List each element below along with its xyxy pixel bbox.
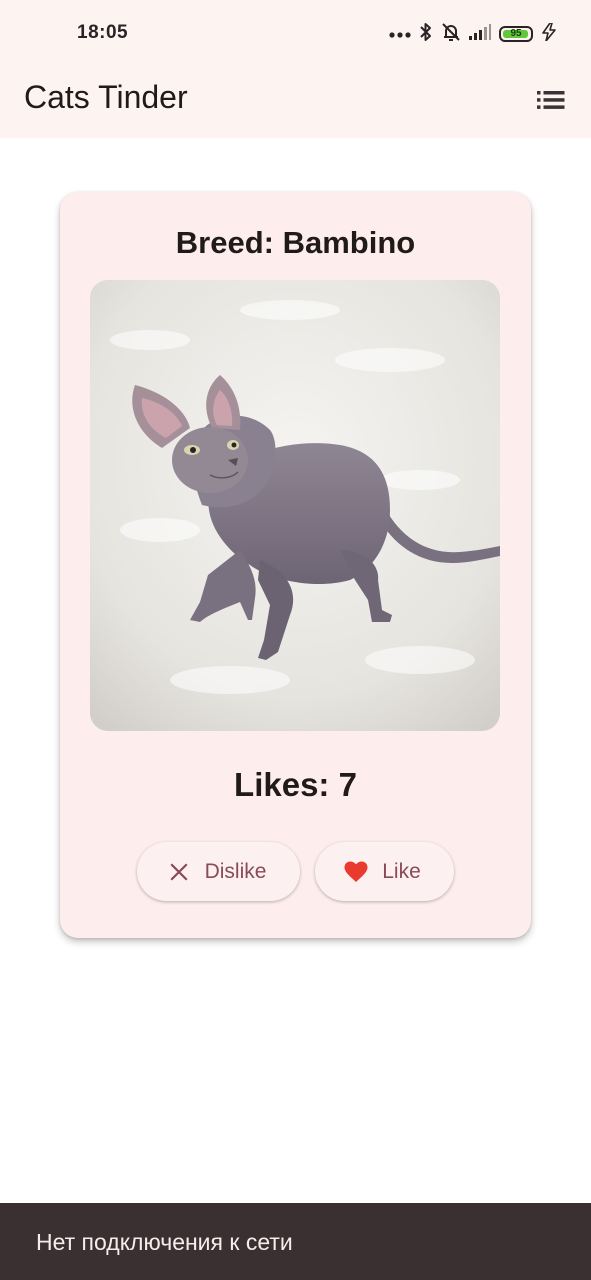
charging-icon [541,21,557,46]
close-icon [167,860,191,884]
signal-icon [469,23,491,45]
app-bar: Cats Tinder [0,68,591,138]
cat-card[interactable]: Breed: Bambino Likes: 7 Dislike Like [60,192,531,938]
heart-icon [344,860,368,884]
breed-title: Breed: Bambino [175,225,416,260]
dislike-button[interactable]: Dislike [137,842,300,901]
cat-photo[interactable] [90,280,500,731]
bluetooth-icon [419,22,433,47]
list-menu-button[interactable] [531,82,571,122]
more-dots-icon [389,25,411,43]
dislike-label: Dislike [204,859,267,883]
status-bar: 18:05 95 [0,0,591,68]
like-button[interactable]: Like [315,842,454,901]
battery-icon: 95 [499,26,533,42]
like-label: Like [382,859,421,883]
battery-level: 95 [510,28,522,39]
status-icons: 95 [389,21,557,47]
status-time: 18:05 [77,22,129,43]
snackbar: Нет подключения к сети [0,1203,591,1280]
list-icon [537,90,565,115]
likes-count: Likes: 7 [234,766,357,803]
alarm-off-icon [441,22,461,47]
snackbar-message: Нет подключения к сети [36,1229,293,1255]
app-title: Cats Tinder [24,79,188,115]
